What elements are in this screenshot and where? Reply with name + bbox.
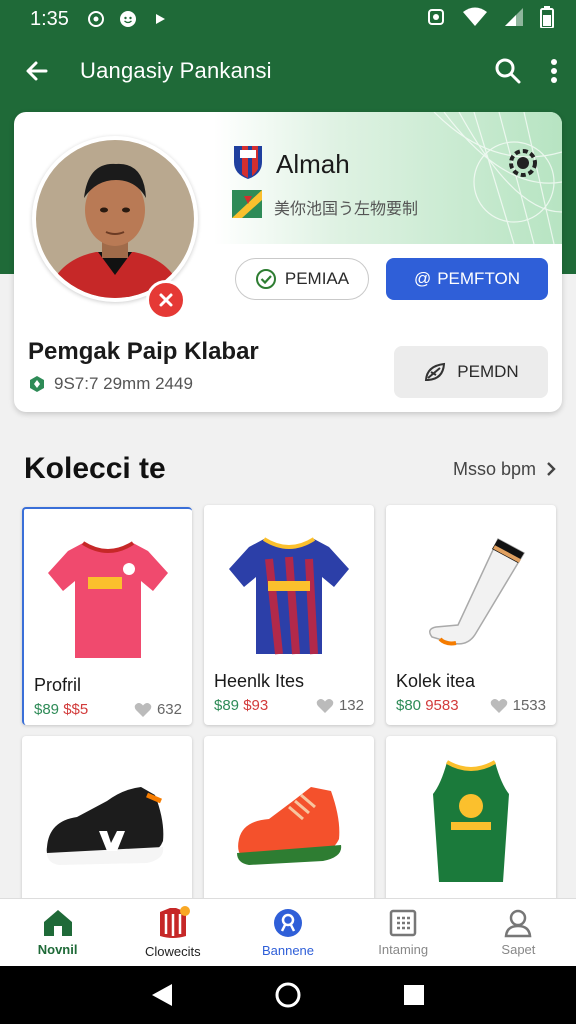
product-likes[interactable]: 1533 <box>490 697 546 714</box>
club-row: Almah <box>232 144 350 185</box>
player-photo <box>36 140 194 298</box>
primary-action-button[interactable]: @ PEMFTON <box>386 258 548 300</box>
club-subtitle-row: 美你池国う左物要制 <box>232 190 418 223</box>
discover-icon <box>274 909 302 937</box>
product-card[interactable]: Heenlk Ites $89 $93 132 <box>204 505 374 725</box>
avatar[interactable] <box>32 136 198 302</box>
nav-item-profile[interactable]: Sapet <box>461 899 576 966</box>
back-triangle-icon[interactable] <box>150 982 174 1008</box>
nav-item-discover[interactable]: Bannene <box>230 899 345 966</box>
nav-item-schedule[interactable]: Intaming <box>346 899 461 966</box>
recents-square-icon[interactable] <box>402 983 426 1007</box>
heart-icon <box>316 698 334 713</box>
blue-jersey-image <box>204 519 374 669</box>
product-price: $89 $$5 <box>34 701 88 718</box>
jersey-icon <box>159 906 190 938</box>
product-card[interactable]: Profril $89 $$5 632 <box>22 507 192 725</box>
check-circle-icon <box>255 269 276 289</box>
collection-header: Kolecci te Msso bpm <box>24 452 556 486</box>
nav-label: Clowecits <box>144 944 201 959</box>
price-old: $$5 <box>63 701 89 718</box>
likes-count: 632 <box>156 701 182 718</box>
at-icon: @ <box>413 269 432 288</box>
status-time: 1:35 <box>30 7 69 30</box>
search-icon[interactable] <box>494 57 522 85</box>
likes-count: 132 <box>338 697 364 714</box>
see-more-link[interactable]: Msso bpm <box>453 459 556 480</box>
verify-button[interactable]: PEMIAA <box>235 258 369 300</box>
price-current: $89 <box>34 701 60 718</box>
nav-label: Bannene <box>261 943 315 958</box>
home-icon <box>43 910 72 936</box>
price-old: 9583 <box>425 697 459 714</box>
app-bar: Uangasiy Pankansi <box>0 38 576 104</box>
battery-icon <box>540 5 554 33</box>
product-name: Heenlk Ites <box>214 671 305 691</box>
profile-icon <box>505 909 532 938</box>
badge-icon <box>30 376 44 392</box>
product-name: Profril <box>34 675 82 695</box>
remove-badge-button[interactable] <box>146 280 186 320</box>
profile-card: Almah 美你池国う左物要制 PEMIAA @ PEMFTON Pemgak … <box>14 112 562 412</box>
boot-image <box>204 746 374 896</box>
primary-action-label: PEMFTON <box>437 269 521 288</box>
club-crest-icon <box>232 144 264 185</box>
status-bar: 1:35 <box>0 0 576 38</box>
club-emblem-icon <box>506 146 540 185</box>
more-vert-icon[interactable] <box>550 58 558 84</box>
home-circle-icon[interactable] <box>274 981 302 1009</box>
user-meta-text: 9S7:7 29mm 2449 <box>54 374 193 393</box>
nav-item-collections[interactable]: Clowecits <box>115 899 230 966</box>
nav-label: Sapet <box>501 942 536 957</box>
product-name: Kolek itea <box>396 671 476 691</box>
product-card[interactable] <box>204 736 374 906</box>
play-status-icon <box>151 10 169 28</box>
nav-item-home[interactable]: Novnil <box>0 899 115 966</box>
product-price: $80 9583 <box>396 697 459 714</box>
product-card[interactable]: Kolek itea $80 9583 1533 <box>386 505 556 725</box>
price-old: $93 <box>243 697 269 714</box>
wifi-icon <box>462 7 488 32</box>
club-name: Almah <box>276 149 350 179</box>
club-subtitle: 美你池国う左物要制 <box>274 200 419 218</box>
user-meta: 9S7:7 29mm 2449 <box>28 374 193 394</box>
sock-image <box>386 519 556 669</box>
heart-icon <box>134 702 152 717</box>
secondary-action-label: PEMDN <box>457 362 519 381</box>
leaf-icon <box>425 362 446 381</box>
price-current: $80 <box>396 697 422 714</box>
arrow-left-icon[interactable] <box>24 58 50 84</box>
product-card[interactable] <box>386 736 556 906</box>
nav-label: Intaming <box>378 942 429 957</box>
nav-label: Novnil <box>37 942 78 957</box>
close-icon <box>159 293 173 307</box>
likes-count: 1533 <box>512 697 546 714</box>
settings-status-icon <box>87 10 105 28</box>
pink-jersey-image <box>24 523 192 673</box>
user-name: Pemgak Paip Klabar <box>28 338 259 365</box>
calendar-icon <box>389 909 417 937</box>
product-card[interactable] <box>22 736 192 906</box>
chevron-right-icon <box>547 462 556 476</box>
page-title: Uangasiy Pankansi <box>80 58 272 83</box>
heart-icon <box>490 698 507 713</box>
verify-button-label: PEMIAA <box>284 269 350 288</box>
nfc-status-icon <box>426 8 446 31</box>
product-likes[interactable]: 132 <box>316 697 364 714</box>
collection-title: Kolecci te <box>24 452 166 485</box>
flag-icon <box>232 190 262 223</box>
see-more-label: Msso bpm <box>452 458 536 479</box>
price-current: $89 <box>214 697 240 714</box>
bottom-nav: Novnil Clowecits Bannene Intaming Sapet <box>0 898 576 966</box>
green-jersey-image <box>386 744 556 894</box>
product-likes[interactable]: 632 <box>134 701 182 718</box>
face-status-icon <box>119 10 137 28</box>
sneaker-image <box>22 746 192 896</box>
product-price: $89 $93 <box>214 697 268 714</box>
system-nav-bar <box>0 966 576 1024</box>
secondary-action-button[interactable]: PEMDN <box>394 346 548 398</box>
cell-signal-icon <box>504 7 524 32</box>
